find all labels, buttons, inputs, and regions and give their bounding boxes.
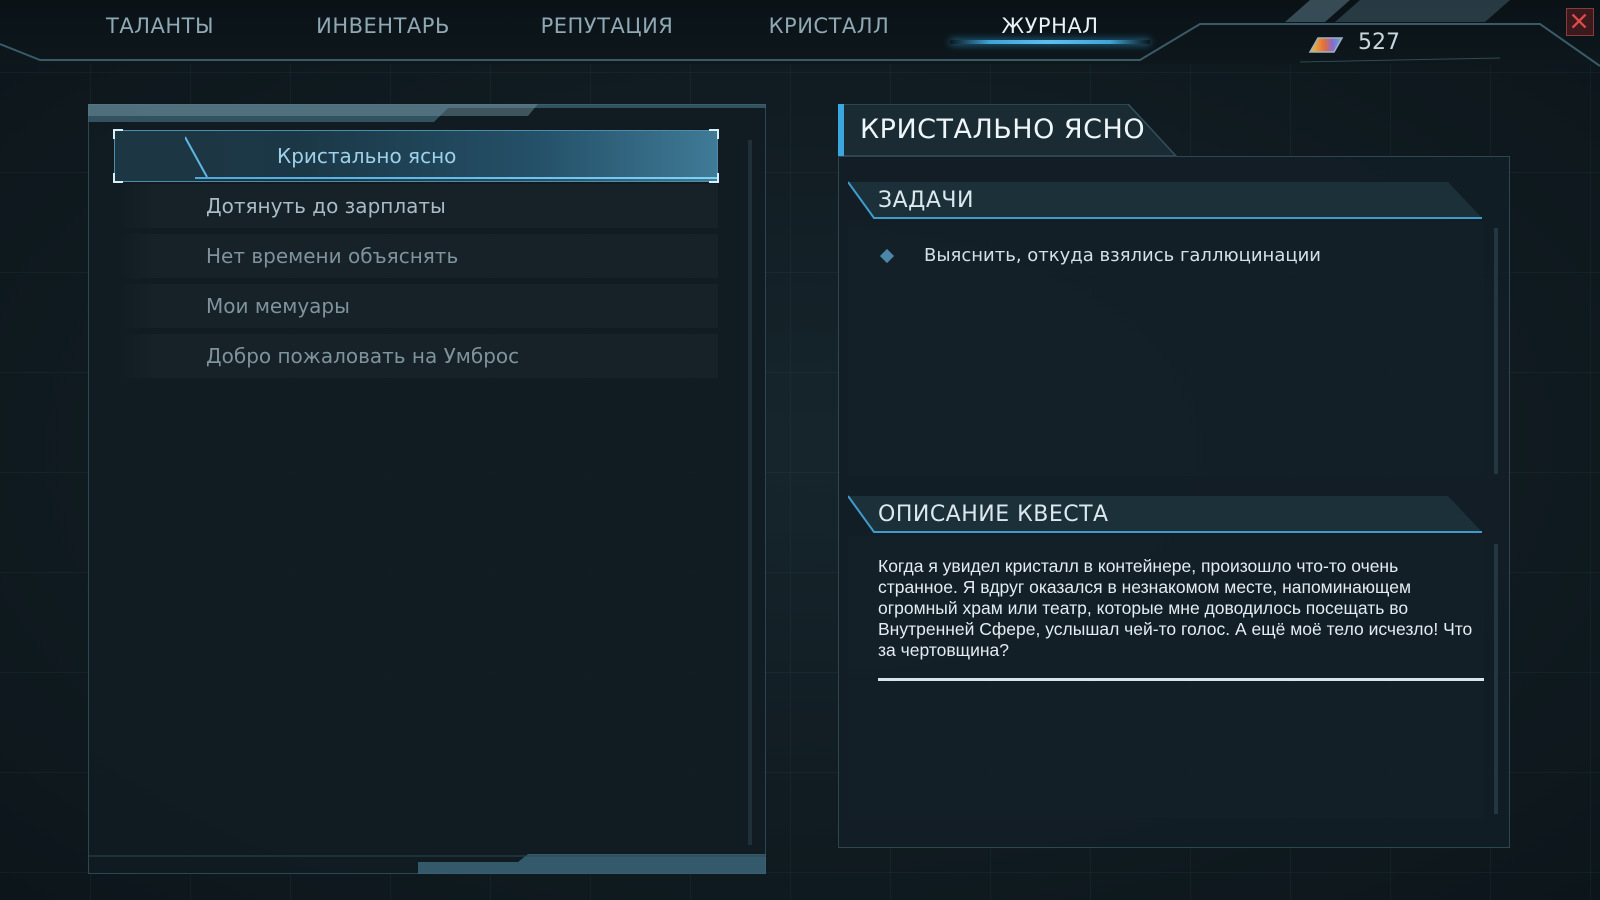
currency-amount: 527 <box>1358 30 1400 55</box>
quest-label: Нет времени объяснять <box>206 244 459 268</box>
quest-title: КРИСТАЛЬНО ЯСНО <box>860 114 1146 145</box>
quest-label: Дотянуть до зарплаты <box>206 194 446 218</box>
tab-inventory[interactable]: ИНВЕНТАРЬ <box>298 14 468 44</box>
description-divider <box>878 678 1484 681</box>
quest-list-scrollbar[interactable] <box>748 140 752 845</box>
tasks-title: ЗАДАЧИ <box>878 188 974 213</box>
tab-talents[interactable]: ТАЛАНТЫ <box>90 14 230 44</box>
selection-accent <box>185 136 208 178</box>
quest-label: Мои мемуары <box>206 294 350 318</box>
quest-item[interactable]: Нет времени объяснять <box>118 234 718 278</box>
quest-list-top-frame <box>88 104 766 122</box>
quest-item[interactable]: Мои мемуары <box>118 284 718 328</box>
selection-corner <box>709 129 719 139</box>
tab-crystal[interactable]: КРИСТАЛЛ <box>754 14 904 44</box>
close-button[interactable] <box>1566 8 1594 36</box>
quest-label: Добро пожаловать на Умброс <box>206 344 520 368</box>
quest-item-selected[interactable]: Кристально ясно <box>113 129 719 183</box>
selection-corner <box>113 173 123 183</box>
description-scrollbar[interactable] <box>1494 544 1498 814</box>
selection-corner <box>113 129 123 139</box>
crystal-shard-icon <box>1308 37 1344 53</box>
quest-item[interactable]: Дотянуть до зарплаты <box>118 184 718 228</box>
description-title: ОПИСАНИЕ КВЕСТА <box>878 502 1109 527</box>
journal-screen: ТАЛАНТЫ ИНВЕНТАРЬ РЕПУТАЦИЯ КРИСТАЛЛ ЖУР… <box>0 0 1600 900</box>
close-icon <box>1571 13 1587 29</box>
quest-list-bottom-frame <box>88 854 766 874</box>
tasks-scrollbar[interactable] <box>1494 228 1498 474</box>
quest-item[interactable]: Добро пожаловать на Умброс <box>118 334 718 378</box>
task-text: Выяснить, откуда взялись галлюцинации <box>924 245 1321 266</box>
selection-underline <box>195 177 717 179</box>
quest-description: Когда я увидел кристалл в контейнере, пр… <box>878 556 1473 660</box>
quest-label: Кристально ясно <box>277 144 457 168</box>
tab-reputation[interactable]: РЕПУТАЦИЯ <box>522 14 692 44</box>
active-tab-indicator <box>950 40 1150 44</box>
